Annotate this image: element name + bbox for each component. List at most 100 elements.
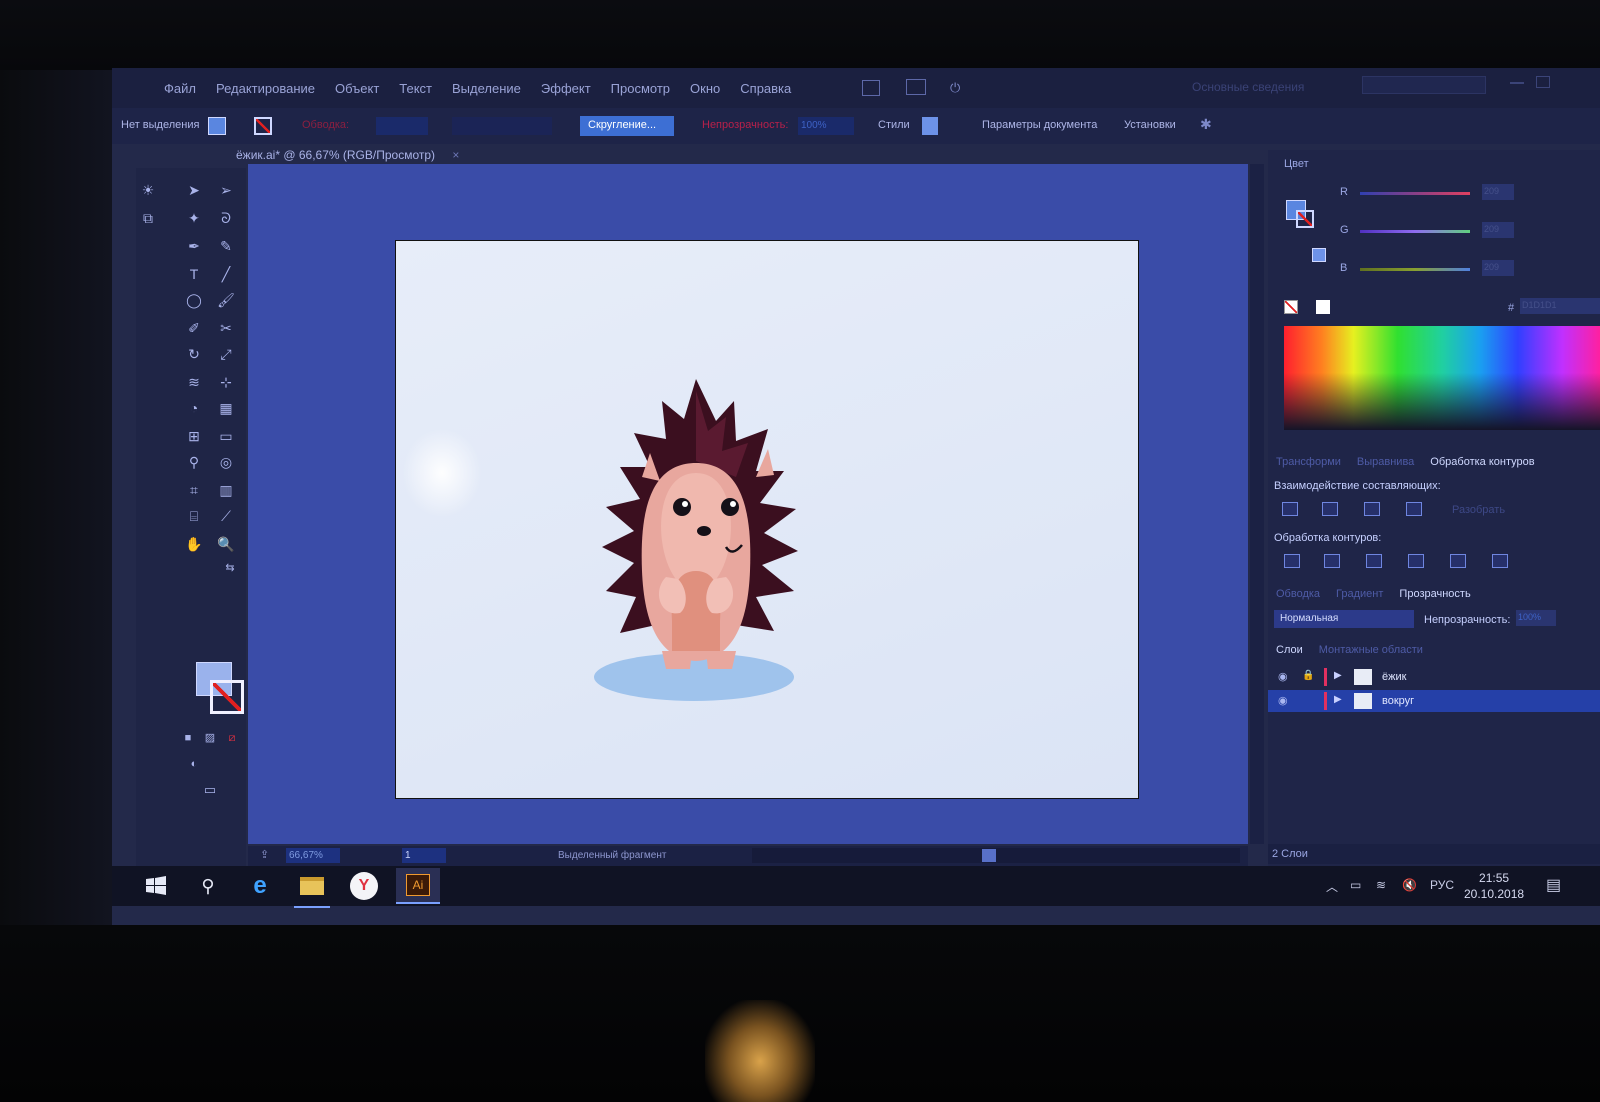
pen-tool-icon[interactable]: ✒ bbox=[184, 236, 204, 256]
channel-b-slider[interactable] bbox=[1360, 268, 1470, 271]
document-setup-button[interactable]: Параметры документа bbox=[982, 119, 1097, 131]
screen-mode-icon[interactable]: ▭ bbox=[200, 780, 220, 800]
crop-icon[interactable] bbox=[1408, 554, 1424, 568]
menu-edit[interactable]: Редактирование bbox=[206, 81, 325, 96]
divide-icon[interactable] bbox=[1284, 554, 1300, 568]
artboard[interactable] bbox=[396, 241, 1138, 798]
artboard-tool-icon[interactable]: ⌸ bbox=[184, 506, 204, 526]
color-mode-icon[interactable]: ■ bbox=[178, 728, 198, 748]
vertical-scrollbar[interactable] bbox=[1250, 164, 1264, 844]
hand-tool-icon[interactable]: ✋ bbox=[184, 534, 204, 554]
scissors-tool-icon[interactable]: ✂ bbox=[216, 318, 236, 338]
notifications-icon[interactable]: ▤ bbox=[1546, 875, 1561, 895]
outline-icon[interactable] bbox=[1450, 554, 1466, 568]
gradient-tool-icon[interactable]: ▭ bbox=[216, 426, 236, 446]
language-indicator[interactable]: РУС bbox=[1430, 878, 1454, 892]
layer-row-around[interactable]: ◉ ▶ вокруг bbox=[1268, 690, 1600, 712]
selection-tool-icon[interactable]: ➤ bbox=[184, 180, 204, 200]
menu-view[interactable]: Просмотр bbox=[601, 81, 680, 96]
shape-builder-tool-icon[interactable]: ◔ bbox=[184, 398, 204, 418]
exclude-icon[interactable] bbox=[1406, 502, 1422, 516]
slice-tool-icon[interactable]: ⟋ bbox=[216, 506, 236, 526]
minimize-button[interactable] bbox=[1510, 76, 1524, 84]
system-clock[interactable]: 21:55 20.10.2018 bbox=[1464, 870, 1524, 902]
preferences-button[interactable]: Установки bbox=[1124, 119, 1176, 131]
yandex-browser-icon[interactable]: Y bbox=[350, 872, 378, 900]
menu-type[interactable]: Текст bbox=[389, 81, 442, 96]
menu-file[interactable]: Файл bbox=[154, 81, 206, 96]
graph-tool-icon[interactable]: ▥ bbox=[216, 480, 236, 500]
visibility-eye-icon[interactable]: ◉ bbox=[1278, 694, 1288, 707]
tab-align[interactable]: Выравнива bbox=[1349, 456, 1422, 468]
volume-icon[interactable]: 🔇 bbox=[1402, 878, 1417, 892]
color-spectrum[interactable] bbox=[1284, 326, 1600, 430]
channel-r-value[interactable]: 209 bbox=[1482, 184, 1514, 200]
gradient-mode-icon[interactable]: ▨ bbox=[200, 728, 220, 748]
minus-back-icon[interactable] bbox=[1492, 554, 1508, 568]
free-transform-tool-icon[interactable]: ⊹ bbox=[216, 372, 236, 392]
tab-gradient[interactable]: Градиент bbox=[1328, 588, 1391, 600]
zoom-field[interactable]: 66,67% bbox=[286, 848, 340, 863]
rounding-button[interactable]: Скругление... bbox=[580, 116, 674, 136]
lasso-tool-icon[interactable]: ᘐ bbox=[216, 208, 236, 228]
channel-r-slider[interactable] bbox=[1360, 192, 1470, 195]
layer-name[interactable]: вокруг bbox=[1382, 695, 1414, 707]
hedgehog-illustration[interactable] bbox=[396, 241, 1138, 798]
fill-swatch[interactable] bbox=[208, 117, 226, 135]
show-hidden-icons[interactable]: ︿ bbox=[1326, 878, 1338, 895]
panel-opacity-value[interactable]: 100% bbox=[1516, 610, 1556, 626]
swap-fill-stroke-icon[interactable]: ⇆ bbox=[220, 558, 240, 578]
scale-tool-icon[interactable]: ⤢ bbox=[216, 344, 236, 364]
tab-layers[interactable]: Слои bbox=[1268, 644, 1311, 656]
color-panel-title[interactable]: Цвет bbox=[1284, 158, 1309, 170]
artboard-number-field[interactable]: 1 bbox=[402, 848, 446, 863]
magic-wand-tool-icon[interactable]: ✦ bbox=[184, 208, 204, 228]
bridge-icon[interactable] bbox=[862, 80, 880, 96]
none-mode-icon[interactable]: ⧄ bbox=[222, 728, 242, 748]
status-info[interactable]: Выделенный фрагмент bbox=[558, 850, 666, 861]
wifi-icon[interactable]: ≋ bbox=[1376, 878, 1386, 892]
blend-mode-dropdown[interactable]: Нормальная bbox=[1274, 610, 1414, 628]
direct-selection-tool-icon[interactable]: ➢ bbox=[216, 180, 236, 200]
align-options-icon[interactable]: ✱ bbox=[1200, 116, 1212, 133]
opacity-field[interactable]: 100% bbox=[798, 117, 854, 135]
tab-pathfinder[interactable]: Обработка контуров bbox=[1422, 456, 1542, 468]
menu-effect[interactable]: Эффект bbox=[531, 81, 601, 96]
stroke-swatch[interactable] bbox=[254, 117, 272, 135]
tab-transform[interactable]: Трансформи bbox=[1268, 456, 1349, 468]
help-search-input[interactable] bbox=[1362, 76, 1486, 94]
lock-icon[interactable]: 🔒 bbox=[1302, 670, 1314, 681]
menu-help[interactable]: Справка bbox=[730, 81, 801, 96]
hex-value[interactable]: D1D1D1 bbox=[1520, 298, 1600, 314]
menu-select[interactable]: Выделение bbox=[442, 81, 531, 96]
type-tool-icon[interactable]: T bbox=[184, 264, 204, 284]
layer-name[interactable]: ёжик bbox=[1382, 671, 1406, 683]
rotate-tool-icon[interactable]: ↻ bbox=[184, 344, 204, 364]
draw-mode-icon[interactable]: ◐ bbox=[184, 754, 204, 774]
stroke-weight-field[interactable] bbox=[376, 117, 428, 135]
edge-browser-icon[interactable]: e bbox=[246, 872, 274, 900]
trim-icon[interactable] bbox=[1324, 554, 1340, 568]
layer-row-hedgehog[interactable]: ◉ 🔒 ▶ ёжик bbox=[1268, 666, 1600, 688]
mesh-tool-icon[interactable]: ⊞ bbox=[184, 426, 204, 446]
channel-b-value[interactable]: 209 bbox=[1482, 260, 1514, 276]
tab-transparency[interactable]: Прозрачность bbox=[1391, 588, 1478, 600]
white-color-icon[interactable] bbox=[1316, 300, 1330, 314]
perspective-grid-tool-icon[interactable]: ▦ bbox=[216, 398, 236, 418]
intersect-icon[interactable] bbox=[1364, 502, 1380, 516]
arrange-documents-icon[interactable] bbox=[906, 79, 926, 95]
eyedropper-tool-icon[interactable]: ⚲ bbox=[184, 452, 204, 472]
file-explorer-icon[interactable] bbox=[294, 872, 330, 908]
paintbrush-tool-icon[interactable]: 🖌 bbox=[216, 290, 236, 310]
variable-width-field[interactable] bbox=[452, 117, 552, 135]
search-icon[interactable]: ⚲ bbox=[194, 872, 222, 900]
windows-start-icon[interactable] bbox=[142, 872, 170, 900]
web-color-icon[interactable] bbox=[1312, 248, 1326, 262]
merge-icon[interactable] bbox=[1366, 554, 1382, 568]
symbol-sprayer-tool-icon[interactable]: ⌗ bbox=[184, 480, 204, 500]
expand-button[interactable]: Разобрать bbox=[1452, 504, 1505, 516]
close-tab-icon[interactable]: × bbox=[452, 148, 459, 162]
line-tool-icon[interactable]: ╱ bbox=[216, 264, 236, 284]
channel-g-slider[interactable] bbox=[1360, 230, 1470, 233]
minus-front-icon[interactable] bbox=[1322, 502, 1338, 516]
